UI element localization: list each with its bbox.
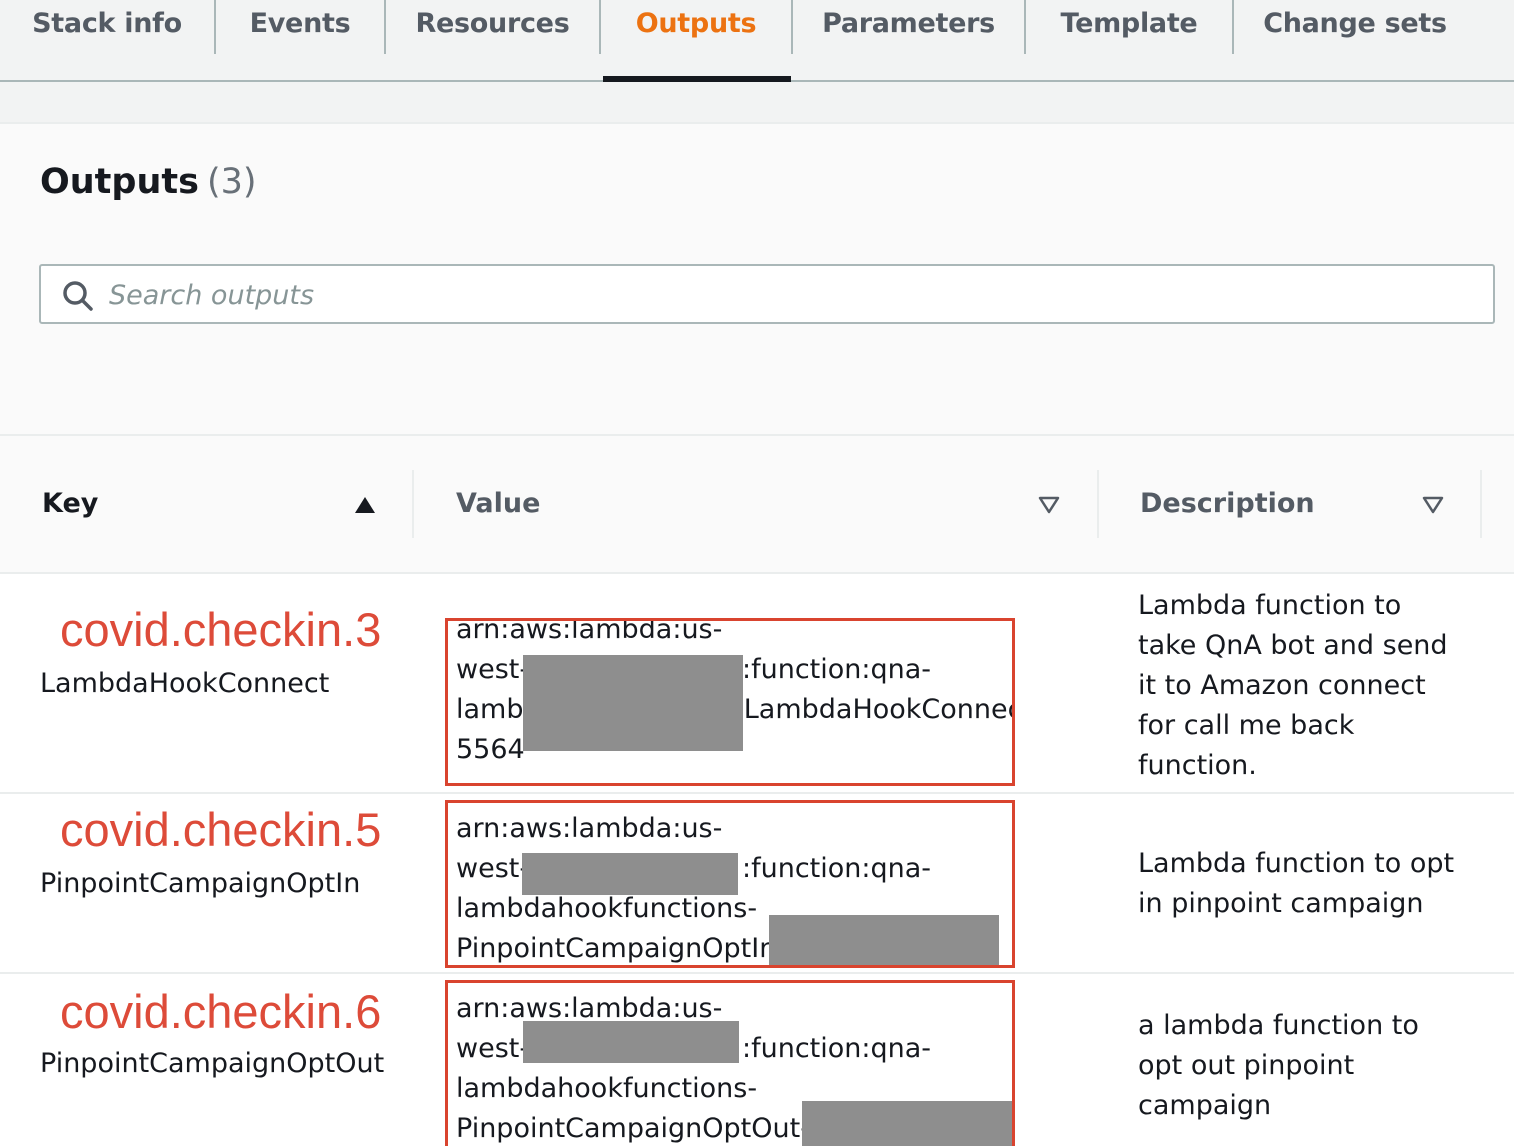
output-value: arn:aws:lambda:us- west- :function:qna- …	[445, 980, 1015, 1146]
value-line: :function:qna-	[742, 654, 932, 685]
value-line: PinpointCampaignOptIn-	[456, 933, 787, 964]
value-line: 5564	[456, 734, 525, 765]
search-field[interactable]	[39, 264, 1495, 324]
sort-descending-outline-icon[interactable]	[1422, 496, 1444, 514]
output-description: opt out pinpoint	[1138, 1050, 1355, 1081]
output-description: function.	[1138, 750, 1257, 781]
redaction-block	[523, 655, 743, 751]
output-key: LambdaHookConnect	[40, 668, 330, 699]
table-header: Key Value Description	[0, 436, 1514, 574]
tab-stack-info[interactable]: Stack info	[0, 0, 214, 80]
output-value: arn:aws:lambda:us- west- :function:qna- …	[445, 800, 1015, 968]
output-key: PinpointCampaignOptIn	[40, 868, 361, 899]
redaction-block	[522, 853, 738, 895]
output-description: take QnA bot and send	[1138, 630, 1448, 661]
output-description: campaign	[1138, 1090, 1272, 1121]
tab-outputs[interactable]: Outputs	[601, 0, 791, 82]
output-description: Lambda function to opt	[1138, 848, 1455, 879]
value-line: -LambdaHookConnect-	[734, 694, 1015, 725]
column-header-value[interactable]: Value	[456, 488, 540, 519]
table-row: covid.checkin.6 PinpointCampaignOptOut a…	[0, 974, 1514, 1146]
panel-title-text: Outputs	[40, 162, 199, 202]
tab-bar: Stack info Events Resources Outputs Para…	[0, 0, 1514, 82]
redaction-block	[523, 1021, 739, 1063]
annotation-label: covid.checkin.6	[60, 985, 382, 1038]
output-description: for call me back	[1138, 710, 1355, 741]
page-title: Outputs (3)	[40, 162, 257, 202]
output-value: arn:aws:lambda:us- west- :function:qna- …	[445, 618, 1015, 786]
column-header-description[interactable]: Description	[1140, 488, 1315, 519]
value-line: arn:aws:lambda:us-	[456, 813, 723, 844]
value-line: arn:aws:lambda:us-	[456, 618, 723, 645]
tab-template[interactable]: Template	[1026, 0, 1232, 80]
value-line: :function:qna-	[742, 1033, 932, 1064]
annotation-label: covid.checkin.3	[60, 603, 382, 656]
table-row: covid.checkin.5 PinpointCampaignOptIn ar…	[0, 794, 1514, 974]
tab-parameters[interactable]: Parameters	[793, 0, 1024, 80]
redaction-block	[769, 915, 999, 965]
value-line: lambdahookfunctions-	[456, 1073, 758, 1104]
output-description: in pinpoint campaign	[1138, 888, 1424, 919]
value-line: lambdahookfunctions-	[456, 893, 758, 924]
tab-events[interactable]: Events	[216, 0, 384, 80]
column-divider	[1097, 470, 1099, 538]
outputs-panel-header: Outputs (3)	[0, 124, 1514, 436]
output-description: it to Amazon connect	[1138, 670, 1426, 701]
tab-resources[interactable]: Resources	[386, 0, 599, 80]
search-icon	[63, 281, 93, 311]
tab-change-sets[interactable]: Change sets	[1234, 0, 1476, 80]
column-divider	[412, 470, 414, 538]
table-row: covid.checkin.3 LambdaHookConnect arn:aw…	[0, 574, 1514, 794]
value-line: lamb	[456, 694, 524, 725]
panel-count: (3)	[206, 162, 257, 202]
value-line: west-	[456, 853, 530, 884]
redaction-block	[802, 1101, 1012, 1146]
search-input[interactable]	[107, 272, 1471, 318]
sort-descending-outline-icon[interactable]	[1038, 496, 1060, 514]
output-description: a lambda function to	[1138, 1010, 1419, 1041]
sort-ascending-icon[interactable]	[354, 496, 376, 514]
value-line: west-	[456, 654, 530, 685]
value-line: :function:qna-	[742, 853, 932, 884]
output-description: Lambda function to	[1138, 590, 1402, 621]
tab-content-spacer	[0, 82, 1514, 124]
annotation-label: covid.checkin.5	[60, 803, 382, 856]
output-key: PinpointCampaignOptOut	[40, 1048, 385, 1079]
value-line: west-	[456, 1033, 530, 1064]
column-header-key[interactable]: Key	[42, 488, 98, 519]
column-divider	[1480, 470, 1482, 538]
value-line: PinpointCampaignOptOut-	[456, 1113, 810, 1144]
